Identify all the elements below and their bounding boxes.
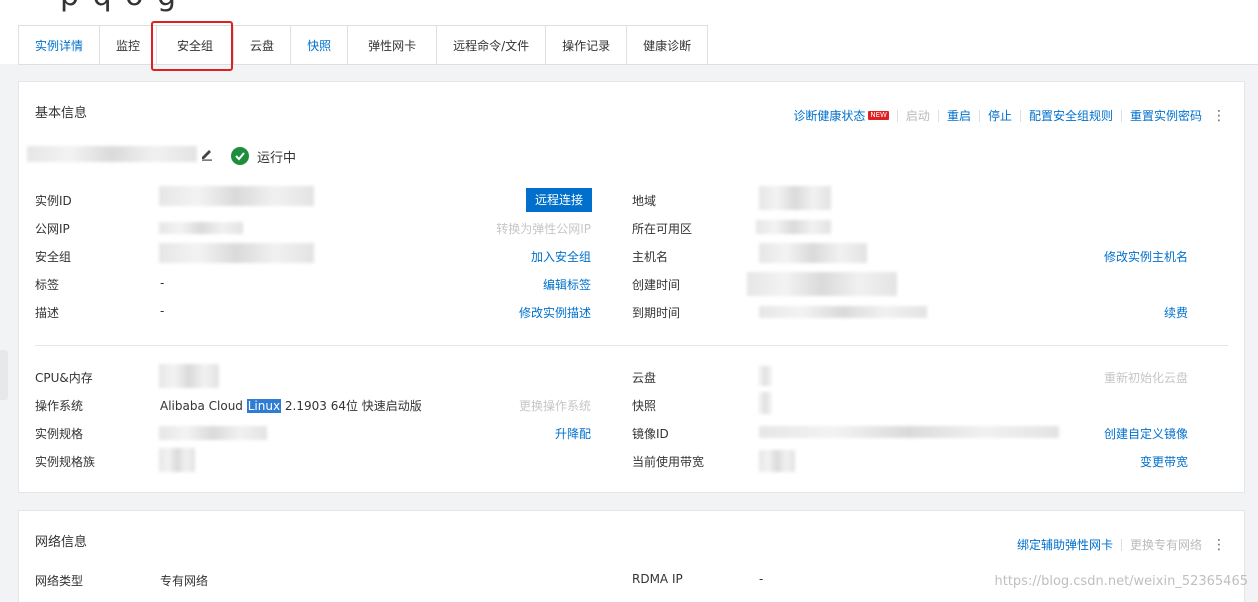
remote-connect-button[interactable]: 远程连接 <box>526 188 592 212</box>
os-name-suffix: 2.1903 64位 快速启动版 <box>281 399 422 413</box>
stop-link[interactable]: 停止 <box>988 107 1012 124</box>
annotation-highlight-box <box>151 21 233 71</box>
label-security-group: 安全组 <box>35 250 72 264</box>
region-redacted <box>759 186 831 210</box>
create-custom-image-link[interactable]: 创建自定义镜像 <box>1104 425 1188 442</box>
join-security-group-link[interactable]: 加入安全组 <box>531 248 591 265</box>
change-os-link[interactable]: 更换操作系统 <box>519 397 591 414</box>
config-security-rules-link[interactable]: 配置安全组规则 <box>1029 107 1113 124</box>
os-name-selected: Linux <box>246 399 282 413</box>
label-instance-family: 实例规格族 <box>35 455 96 469</box>
reinit-disk-link[interactable]: 重新初始化云盘 <box>1104 369 1188 386</box>
label-snapshot: 快照 <box>632 399 657 413</box>
public-ip-redacted <box>159 222 243 234</box>
zone-redacted <box>756 220 831 234</box>
reset-password-link[interactable]: 重置实例密码 <box>1130 107 1202 124</box>
more-menu-icon[interactable]: ⋮ <box>1212 108 1226 124</box>
instance-id-redacted <box>159 186 314 206</box>
created-time-redacted <box>747 272 897 296</box>
label-rdma-ip: RDMA IP <box>632 572 683 586</box>
convert-eip-link[interactable]: 转换为弹性公网IP <box>496 220 591 237</box>
label-public-ip: 公网IP <box>35 222 70 236</box>
label-instance-type: 实例规格 <box>35 427 84 441</box>
change-bandwidth-link[interactable]: 变更带宽 <box>1140 453 1188 470</box>
edit-hostname-link[interactable]: 修改实例主机名 <box>1104 248 1188 265</box>
start-link[interactable]: 启动 <box>906 107 930 124</box>
bind-eni-link[interactable]: 绑定辅助弹性网卡 <box>1017 536 1113 553</box>
bandwidth-redacted <box>759 450 795 472</box>
label-os: 操作系统 <box>35 399 84 413</box>
status-text: 运行中 <box>257 151 297 166</box>
os-name-prefix: Alibaba Cloud <box>160 399 247 413</box>
tab-cloud-disk[interactable]: 云盘 <box>234 25 292 65</box>
action-separator <box>1019 109 1021 122</box>
action-separator <box>1120 538 1122 551</box>
tab-health-diagnosis[interactable]: 健康诊断 <box>627 25 709 65</box>
upgrade-downgrade-link[interactable]: 升降配 <box>555 425 591 442</box>
tab-operation-log[interactable]: 操作记录 <box>546 25 628 65</box>
action-separator <box>1120 109 1122 122</box>
label-network-type: 网络类型 <box>35 574 84 588</box>
instance-family-redacted <box>159 448 195 472</box>
tab-remote-command[interactable]: 远程命令/文件 <box>437 25 547 65</box>
label-cpu-memory: CPU&内存 <box>35 371 93 385</box>
instance-type-redacted <box>159 426 267 440</box>
tab-instance-details[interactable]: 实例详情 <box>18 25 101 65</box>
network-type-value: 专有网络 <box>160 574 209 588</box>
more-menu-icon[interactable]: ⋮ <box>1212 537 1226 553</box>
network-actions: 绑定辅助弹性网卡 更换专有网络 ⋮ <box>1017 536 1226 553</box>
label-tags: 标签 <box>35 278 60 292</box>
action-separator <box>937 109 939 122</box>
label-created-time: 创建时间 <box>632 278 681 292</box>
basic-info-actions: 诊断健康状态 NEW 启动 重启 停止 配置安全组规则 重置实例密码 ⋮ <box>793 107 1226 124</box>
tab-monitoring[interactable]: 监控 <box>100 25 158 65</box>
section-divider <box>35 345 1228 346</box>
renew-link[interactable]: 续费 <box>1164 304 1188 321</box>
label-zone: 所在可用区 <box>632 222 693 236</box>
restart-link[interactable]: 重启 <box>947 107 971 124</box>
label-hostname: 主机名 <box>632 250 669 264</box>
snapshot-redacted <box>759 392 771 414</box>
diagnose-health-link[interactable]: 诊断健康状态 <box>793 107 865 124</box>
label-expiry-time: 到期时间 <box>632 306 681 320</box>
hostname-redacted <box>759 243 867 263</box>
tab-bar: 实例详情 监控 安全组 云盘 快照 弹性网卡 远程命令/文件 操作记录 健康诊断 <box>18 25 709 65</box>
label-cloud-disk: 云盘 <box>632 371 657 385</box>
cloud-disk-redacted <box>759 366 771 386</box>
tags-value: - <box>160 276 165 290</box>
image-id-redacted <box>759 426 1059 438</box>
label-region: 地域 <box>632 194 657 208</box>
edit-description-link[interactable]: 修改实例描述 <box>519 304 591 321</box>
cpu-memory-redacted <box>159 364 219 388</box>
security-group-redacted <box>159 243 314 263</box>
basic-info-title: 基本信息 <box>35 106 88 121</box>
instance-name-redacted <box>27 146 197 162</box>
description-value: - <box>160 304 165 318</box>
network-info-title: 网络信息 <box>35 535 88 550</box>
tab-snapshot[interactable]: 快照 <box>291 25 349 65</box>
collapse-handle[interactable] <box>0 350 8 400</box>
watermark: https://blog.csdn.net/weixin_52365465 <box>994 574 1248 589</box>
label-bandwidth: 当前使用带宽 <box>632 455 705 469</box>
rdma-ip-value: - <box>759 572 764 586</box>
os-value: Alibaba Cloud Linux 2.1903 64位 快速启动版 <box>160 397 422 414</box>
edit-name-icon[interactable] <box>200 147 214 164</box>
page-title-fragment: p q o g <box>60 0 178 13</box>
action-separator <box>978 109 980 122</box>
running-status-icon <box>231 147 249 165</box>
basic-info-panel: 基本信息 诊断健康状态 NEW 启动 重启 停止 配置安全组规则 重置实例密码 … <box>18 81 1245 493</box>
new-badge: NEW <box>868 111 889 120</box>
edit-tags-link[interactable]: 编辑标签 <box>543 276 591 293</box>
change-vpc-link[interactable]: 更换专有网络 <box>1130 536 1202 553</box>
expiry-time-redacted <box>759 306 927 318</box>
label-image-id: 镜像ID <box>632 427 669 441</box>
action-separator <box>896 109 898 122</box>
label-description: 描述 <box>35 306 60 320</box>
label-instance-id: 实例ID <box>35 194 72 208</box>
tab-eni[interactable]: 弹性网卡 <box>348 25 438 65</box>
